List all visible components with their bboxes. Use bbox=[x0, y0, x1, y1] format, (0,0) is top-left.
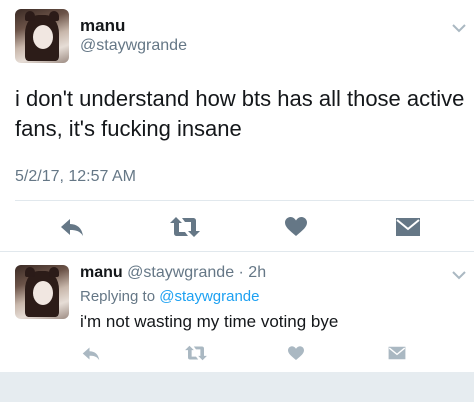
tweet-text: i don't understand how bts has all those… bbox=[15, 86, 465, 141]
heart-icon bbox=[288, 345, 304, 360]
retweet-button[interactable] bbox=[183, 344, 209, 362]
reply-tweet[interactable]: manu @staywgrande · 2h Replying to @stay… bbox=[0, 252, 474, 372]
replying-prefix: Replying to bbox=[80, 288, 156, 305]
envelope-icon bbox=[396, 218, 420, 236]
reply-icon bbox=[82, 347, 100, 360]
replying-to-link[interactable]: @staywgrande bbox=[159, 288, 259, 305]
chevron-down-icon[interactable] bbox=[452, 270, 466, 280]
chevron-down-icon[interactable] bbox=[452, 23, 466, 33]
reply-button[interactable] bbox=[58, 215, 86, 239]
reply-icon bbox=[61, 219, 83, 236]
author-handle-time: @staywgrande · 2h bbox=[127, 264, 267, 281]
avatar[interactable] bbox=[15, 265, 69, 319]
divider bbox=[15, 200, 474, 201]
retweet-icon bbox=[185, 345, 207, 361]
like-button[interactable] bbox=[286, 344, 306, 362]
envelope-icon bbox=[388, 346, 406, 360]
reply-button[interactable] bbox=[80, 344, 102, 362]
retweet-icon bbox=[170, 217, 200, 237]
author-name[interactable]: manu bbox=[80, 16, 125, 36]
reply-action-bar bbox=[0, 342, 474, 364]
action-bar bbox=[0, 212, 474, 242]
author-handle[interactable]: @staywgrande bbox=[80, 37, 187, 55]
main-tweet: manu @staywgrande i don't understand how… bbox=[0, 0, 474, 252]
heart-icon bbox=[285, 217, 307, 236]
reply-text: i'm not wasting my time voting bye bbox=[80, 312, 339, 331]
reply-header: manu @staywgrande · 2h bbox=[80, 264, 266, 282]
author-name[interactable]: manu bbox=[80, 264, 123, 281]
like-button[interactable] bbox=[283, 215, 309, 239]
tweet-timestamp[interactable]: 5/2/17, 12:57 AM bbox=[15, 168, 136, 186]
bottom-bar bbox=[0, 372, 474, 402]
dm-button[interactable] bbox=[386, 344, 408, 362]
replying-to: Replying to @staywgrande bbox=[80, 288, 260, 305]
avatar[interactable] bbox=[15, 9, 69, 63]
retweet-button[interactable] bbox=[168, 215, 202, 239]
dm-button[interactable] bbox=[394, 215, 422, 239]
